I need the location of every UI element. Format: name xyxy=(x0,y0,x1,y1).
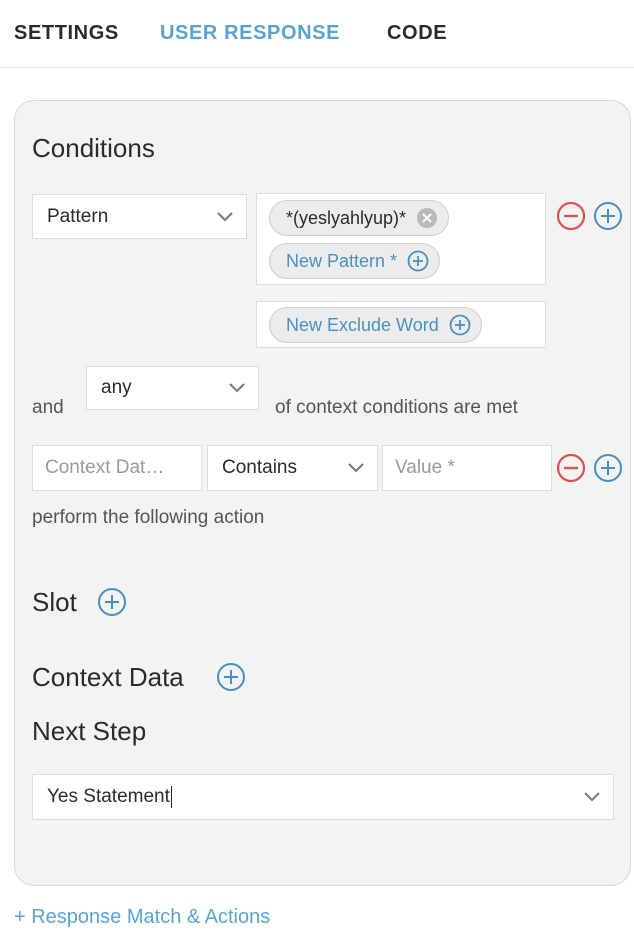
add-context-icon[interactable] xyxy=(593,453,623,483)
add-response-match-link[interactable]: + Response Match & Actions xyxy=(14,906,270,929)
add-context-data-icon[interactable] xyxy=(216,662,246,692)
text-caret xyxy=(170,785,173,808)
and-label: and xyxy=(32,397,64,418)
tab-settings[interactable]: SETTINGS xyxy=(14,22,119,45)
add-condition-icon[interactable] xyxy=(593,201,623,231)
new-pattern-label: New Pattern * xyxy=(286,250,398,271)
operator-value: Contains xyxy=(222,457,297,478)
remove-context-icon[interactable] xyxy=(556,453,586,483)
condition-type-value: Pattern xyxy=(47,205,109,227)
chevron-down-icon xyxy=(217,211,233,221)
next-step-select[interactable]: Yes Statement xyxy=(32,774,614,820)
patterns-box: *(yeslyahlyup)* New Pattern * xyxy=(256,193,546,285)
plus-circle-icon xyxy=(449,314,471,336)
tab-code[interactable]: CODE xyxy=(387,22,447,45)
context-conditions-label: of context conditions are met xyxy=(275,397,518,418)
new-exclude-label: New Exclude Word xyxy=(286,314,439,335)
next-step-heading: Next Step xyxy=(32,716,147,746)
value-input[interactable]: Value * xyxy=(382,445,552,491)
tab-user-response[interactable]: USER RESPONSE xyxy=(160,22,340,45)
chevron-down-icon xyxy=(229,383,245,393)
conditions-heading: Conditions xyxy=(32,133,155,163)
context-data-heading: Context Data xyxy=(32,662,184,692)
pattern-chip[interactable]: *(yeslyahlyup)* xyxy=(269,200,450,236)
exclude-words-box: New Exclude Word xyxy=(256,301,546,348)
pattern-chip-label: *(yeslyahlyup)* xyxy=(286,207,407,228)
new-exclude-chip[interactable]: New Exclude Word xyxy=(269,307,482,343)
context-data-input[interactable]: Context Dat… xyxy=(32,445,202,491)
tab-bar: SETTINGS USER RESPONSE CODE xyxy=(0,0,634,68)
remove-chip-icon[interactable] xyxy=(416,207,438,229)
action-label: perform the following action xyxy=(32,507,265,528)
plus-circle-icon xyxy=(407,250,429,272)
match-type-value: any xyxy=(101,377,132,398)
context-data-placeholder: Context Dat… xyxy=(45,457,165,478)
condition-type-select[interactable]: Pattern xyxy=(32,194,247,239)
response-card: Conditions Pattern *(yeslyahlyup)* New P… xyxy=(14,100,631,886)
next-step-value-wrap: Yes Statement xyxy=(47,785,173,808)
add-slot-icon[interactable] xyxy=(97,587,127,617)
match-type-select[interactable]: any xyxy=(86,366,259,410)
new-pattern-chip[interactable]: New Pattern * xyxy=(269,243,441,279)
chevron-down-icon xyxy=(348,463,364,473)
operator-select[interactable]: Contains xyxy=(207,445,378,491)
remove-condition-icon[interactable] xyxy=(556,201,586,231)
next-step-value: Yes Statement xyxy=(47,786,170,808)
slot-heading: Slot xyxy=(32,587,77,617)
value-placeholder: Value * xyxy=(395,457,455,478)
chevron-down-icon xyxy=(584,792,600,802)
